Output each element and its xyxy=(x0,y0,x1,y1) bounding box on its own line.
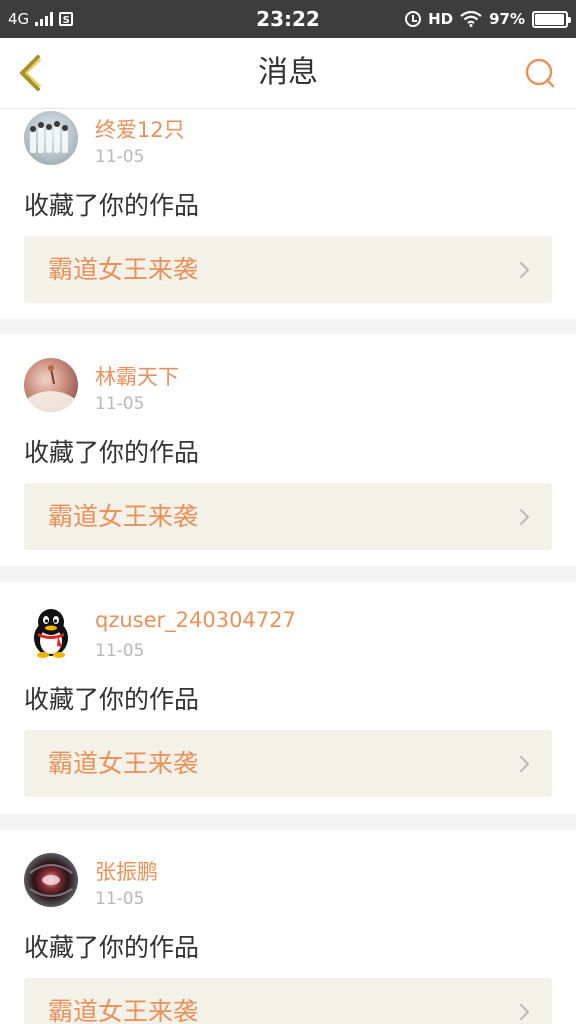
user-name[interactable]: 张振鹏 xyxy=(95,856,158,886)
battery-percent: 97% xyxy=(489,10,525,28)
message-card: 林霸天下 11-05 收藏了你的作品 霸道女王来袭 xyxy=(0,335,576,566)
action-text: 收藏了你的作品 xyxy=(24,191,200,220)
card-divider xyxy=(0,814,576,830)
work-link[interactable]: 霸道女王来袭 xyxy=(24,236,552,303)
work-title: 霸道女王来袭 xyxy=(48,255,199,284)
avatar[interactable] xyxy=(24,111,78,165)
qq-penguin-icon xyxy=(34,609,68,658)
user-name[interactable]: 林霸天下 xyxy=(95,361,179,391)
action-text: 收藏了你的作品 xyxy=(24,933,200,962)
message-date: 11-05 xyxy=(95,147,145,167)
action-text: 收藏了你的作品 xyxy=(24,438,200,467)
hd-label: HD xyxy=(428,10,454,28)
message-date: 11-05 xyxy=(95,889,145,909)
work-title: 霸道女王来袭 xyxy=(48,997,199,1024)
status-right: HD 97% xyxy=(405,0,571,38)
message-card: 张振鹏 11-05 收藏了你的作品 霸道女王来袭 xyxy=(0,830,576,1024)
status-bar: 4G S 23:22 HD 97% xyxy=(0,0,576,38)
wifi-icon xyxy=(460,11,482,27)
page-title: 消息 xyxy=(258,55,318,90)
avatar[interactable] xyxy=(24,605,78,659)
chevron-right-icon xyxy=(519,508,530,526)
work-link[interactable]: 霸道女王来袭 xyxy=(24,730,552,797)
message-date: 11-05 xyxy=(95,641,145,661)
card-divider xyxy=(0,566,576,582)
message-date: 11-05 xyxy=(95,394,145,414)
work-link[interactable]: 霸道女王来袭 xyxy=(24,978,552,1024)
chevron-right-icon xyxy=(519,261,530,279)
message-list[interactable]: 终爱12只 11-05 收藏了你的作品 霸道女王来袭 林霸天下 11-05 收藏… xyxy=(0,109,576,1024)
user-name[interactable]: 终爱12只 xyxy=(95,114,185,144)
chevron-right-icon xyxy=(519,1003,530,1021)
battery-icon xyxy=(532,10,571,28)
work-title: 霸道女王来袭 xyxy=(48,749,199,778)
avatar[interactable] xyxy=(24,853,78,907)
action-text: 收藏了你的作品 xyxy=(24,685,200,714)
message-card: 终爱12只 11-05 收藏了你的作品 霸道女王来袭 xyxy=(0,109,576,319)
chevron-right-icon xyxy=(519,755,530,773)
search-icon[interactable] xyxy=(524,57,556,89)
avatar[interactable] xyxy=(24,358,78,412)
user-name[interactable]: qzuser_240304727 xyxy=(95,608,296,632)
message-card: qzuser_240304727 11-05 收藏了你的作品 霸道女王来袭 xyxy=(0,582,576,814)
app-header: 消息 xyxy=(0,38,576,109)
work-link[interactable]: 霸道女王来袭 xyxy=(24,483,552,550)
work-title: 霸道女王来袭 xyxy=(48,502,199,531)
card-divider xyxy=(0,319,576,335)
alarm-icon xyxy=(405,11,422,27)
